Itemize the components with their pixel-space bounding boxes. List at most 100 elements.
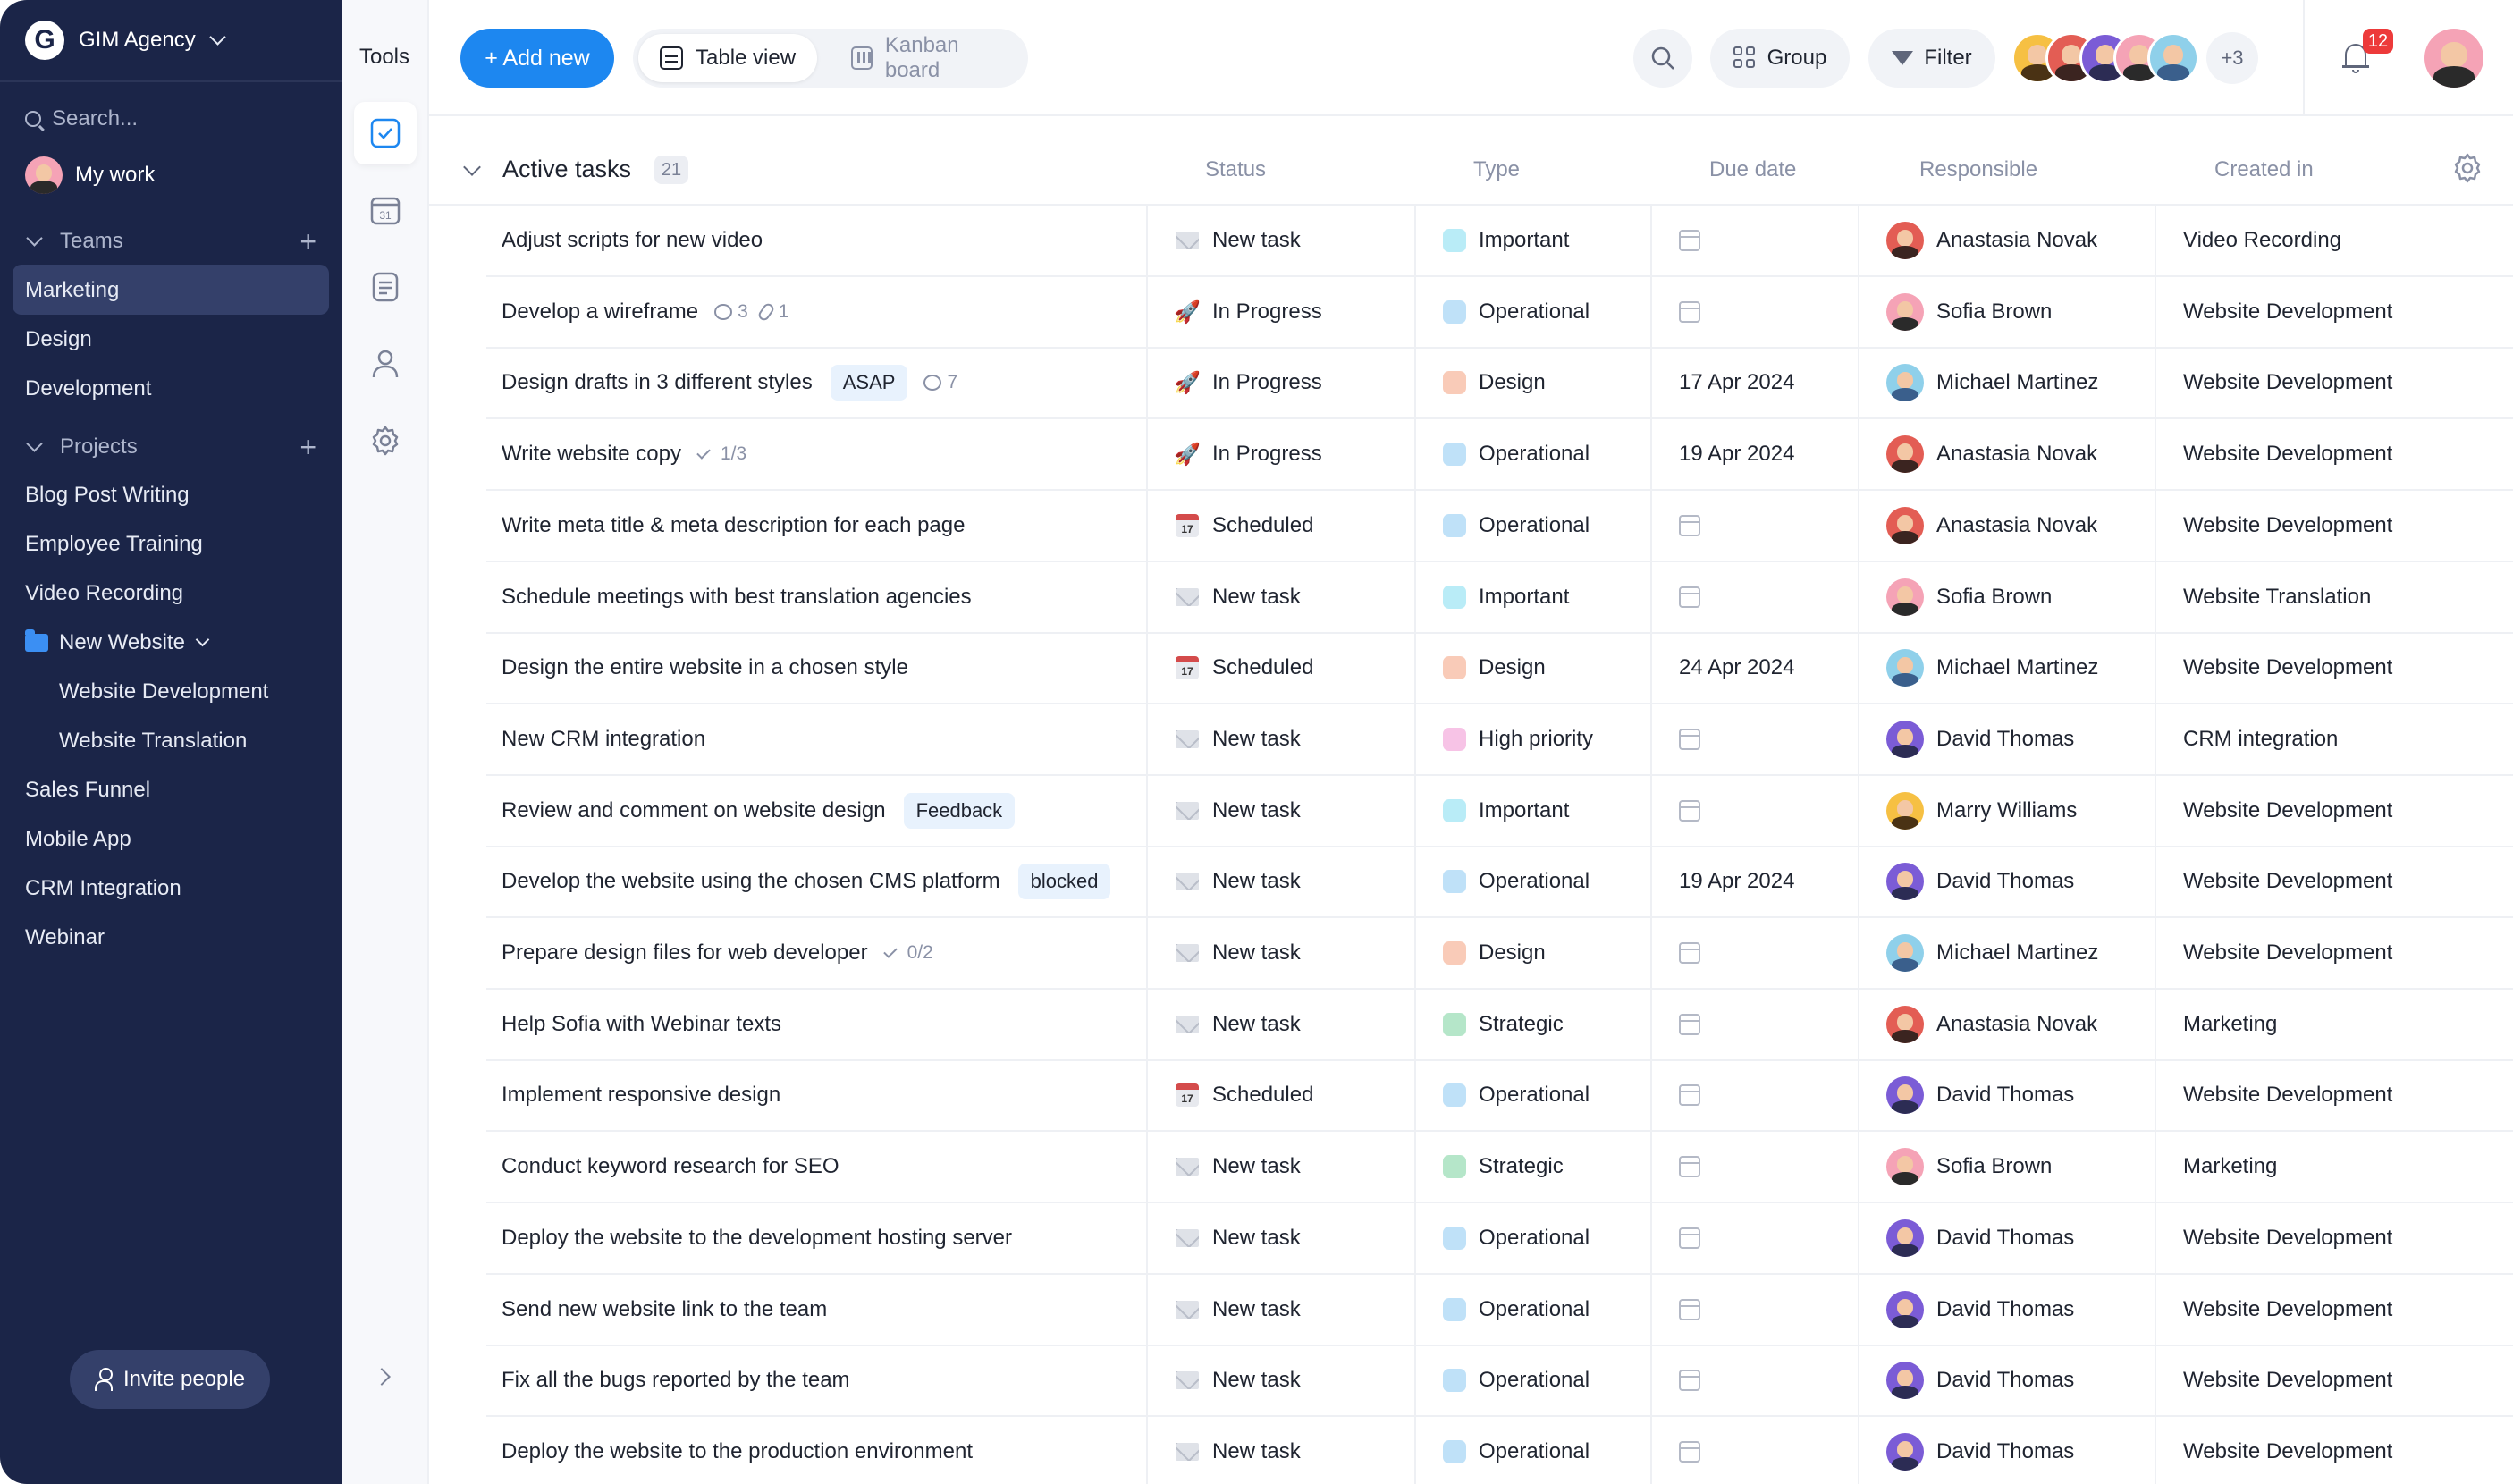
due-date-cell[interactable]: 19 Apr 2024 [1650, 847, 1858, 916]
responsible-cell[interactable]: David Thomas [1858, 704, 2155, 774]
task-cell[interactable]: Prepare design files for web developer 0/… [486, 918, 1146, 988]
due-date-cell[interactable] [1650, 206, 1858, 275]
type-cell[interactable]: Operational [1414, 491, 1650, 561]
created-in-cell[interactable]: Website Development [2155, 1060, 2513, 1130]
task-cell[interactable]: Deploy the website to the production env… [486, 1417, 1146, 1484]
responsible-cell[interactable]: Michael Martinez [1858, 633, 2155, 703]
type-cell[interactable]: Important [1414, 206, 1650, 275]
tool-settings[interactable] [354, 409, 417, 472]
task-cell[interactable]: Write website copy 1/3 [486, 419, 1146, 489]
task-cell[interactable]: Review and comment on website design Feed… [486, 776, 1146, 846]
due-date-cell[interactable]: 24 Apr 2024 [1650, 633, 1858, 703]
responsible-cell[interactable]: Marry Williams [1858, 776, 2155, 846]
status-cell[interactable]: 🚀 In Progress [1146, 277, 1414, 347]
task-cell[interactable]: Design the entire website in a chosen st… [486, 633, 1146, 703]
due-date-cell[interactable] [1650, 562, 1858, 632]
task-cell[interactable]: Deploy the website to the development ho… [486, 1203, 1146, 1273]
status-cell[interactable]: New task [1146, 206, 1414, 275]
sidebar-item-employee-training[interactable]: Employee Training [25, 532, 203, 557]
workspace-switcher[interactable]: G GIM Agency [0, 0, 342, 82]
column-header-type[interactable]: Type [1473, 157, 1520, 182]
table-row[interactable]: Implement responsive design 17 Scheduled Op… [486, 1060, 2513, 1132]
task-cell[interactable]: Conduct keyword research for SEO [486, 1132, 1146, 1202]
type-cell[interactable]: Operational [1414, 1345, 1650, 1415]
table-row[interactable]: Design drafts in 3 different styles ASAP 7… [486, 348, 2513, 419]
responsible-cell[interactable]: David Thomas [1858, 1345, 2155, 1415]
type-cell[interactable]: Strategic [1414, 1132, 1650, 1202]
created-in-cell[interactable]: Website Development [2155, 1203, 2513, 1273]
status-cell[interactable]: New task [1146, 918, 1414, 988]
sidebar-item-website-development[interactable]: Website Development [59, 679, 268, 704]
table-row[interactable]: Write website copy 1/3 🚀 In Progress Operati… [486, 419, 2513, 491]
due-date-cell[interactable] [1650, 1060, 1858, 1130]
status-cell[interactable]: 17 Scheduled [1146, 1060, 1414, 1130]
table-row[interactable]: Review and comment on website design Feed… [486, 776, 2513, 847]
responsible-cell[interactable]: Sofia Brown [1858, 1132, 2155, 1202]
type-cell[interactable]: Important [1414, 776, 1650, 846]
responsible-cell[interactable]: Sofia Brown [1858, 277, 2155, 347]
tool-people[interactable] [354, 333, 417, 395]
status-cell[interactable]: New task [1146, 1132, 1414, 1202]
status-cell[interactable]: New task [1146, 1345, 1414, 1415]
type-cell[interactable]: Operational [1414, 1203, 1650, 1273]
due-date-cell[interactable] [1650, 704, 1858, 774]
status-cell[interactable]: New task [1146, 847, 1414, 916]
type-cell[interactable]: Operational [1414, 277, 1650, 347]
table-row[interactable]: Design the entire website in a chosen st… [486, 633, 2513, 704]
created-in-cell[interactable]: Marketing [2155, 1132, 2513, 1202]
type-cell[interactable]: Operational [1414, 419, 1650, 489]
task-cell[interactable]: Develop the website using the chosen CMS… [486, 847, 1146, 916]
task-cell[interactable]: New CRM integration [486, 704, 1146, 774]
due-date-cell[interactable]: 17 Apr 2024 [1650, 348, 1858, 417]
task-cell[interactable]: Send new website link to the team [486, 1275, 1146, 1345]
type-cell[interactable]: Operational [1414, 1060, 1650, 1130]
responsible-cell[interactable]: David Thomas [1858, 1275, 2155, 1345]
responsible-cell[interactable]: Michael Martinez [1858, 348, 2155, 417]
table-row[interactable]: Schedule meetings with best translation … [486, 562, 2513, 634]
created-in-cell[interactable]: Marketing [2155, 990, 2513, 1059]
table-row[interactable]: Deploy the website to the development ho… [486, 1203, 2513, 1275]
responsible-cell[interactable]: David Thomas [1858, 1203, 2155, 1273]
status-cell[interactable]: 17 Scheduled [1146, 633, 1414, 703]
sidebar-item-sales-funnel[interactable]: Sales Funnel [25, 778, 150, 803]
type-cell[interactable]: Operational [1414, 847, 1650, 916]
due-date-cell[interactable] [1650, 277, 1858, 347]
column-header-created-in[interactable]: Created in [2214, 157, 2314, 182]
tool-calendar[interactable]: 31 [354, 179, 417, 241]
table-row[interactable]: Write meta title & meta description for … [486, 491, 2513, 562]
due-date-cell[interactable] [1650, 776, 1858, 846]
table-row[interactable]: New CRM integration New task High priority… [486, 704, 2513, 776]
status-cell[interactable]: New task [1146, 990, 1414, 1059]
created-in-cell[interactable]: Website Development [2155, 776, 2513, 846]
task-cell[interactable]: Fix all the bugs reported by the team [486, 1345, 1146, 1415]
table-row[interactable]: Prepare design files for web developer 0/… [486, 918, 2513, 990]
invite-people-button[interactable]: Invite people [70, 1350, 270, 1409]
type-cell[interactable]: Design [1414, 633, 1650, 703]
status-cell[interactable]: New task [1146, 562, 1414, 632]
created-in-cell[interactable]: Website Development [2155, 348, 2513, 417]
sidebar-item-development[interactable]: Development [25, 376, 151, 401]
created-in-cell[interactable]: Website Translation [2155, 562, 2513, 632]
table-row[interactable]: Adjust scripts for new video New task Impo… [486, 206, 2513, 277]
type-cell[interactable]: Design [1414, 348, 1650, 417]
status-cell[interactable]: New task [1146, 1417, 1414, 1484]
due-date-cell[interactable]: 19 Apr 2024 [1650, 419, 1858, 489]
sidebar-item-design[interactable]: Design [25, 327, 92, 352]
due-date-cell[interactable] [1650, 1417, 1858, 1484]
task-cell[interactable]: Schedule meetings with best translation … [486, 562, 1146, 632]
responsible-cell[interactable]: Sofia Brown [1858, 562, 2155, 632]
created-in-cell[interactable]: Website Development [2155, 918, 2513, 988]
type-cell[interactable]: Operational [1414, 1275, 1650, 1345]
type-cell[interactable]: High priority [1414, 704, 1650, 774]
responsible-cell[interactable]: Anastasia Novak [1858, 419, 2155, 489]
status-cell[interactable]: New task [1146, 1203, 1414, 1273]
created-in-cell[interactable]: CRM integration [2155, 704, 2513, 774]
created-in-cell[interactable]: Website Development [2155, 491, 2513, 561]
expand-chevron-icon[interactable] [373, 1368, 391, 1386]
tab-kanban-board[interactable]: Kanban board [830, 33, 1028, 82]
task-cell[interactable]: Design drafts in 3 different styles ASAP 7 [486, 348, 1146, 417]
type-cell[interactable]: Operational [1414, 1417, 1650, 1484]
projects-section-header[interactable]: Projects + [25, 433, 316, 461]
task-cell[interactable]: Write meta title & meta description for … [486, 491, 1146, 561]
my-work-link[interactable]: My work [25, 156, 155, 194]
